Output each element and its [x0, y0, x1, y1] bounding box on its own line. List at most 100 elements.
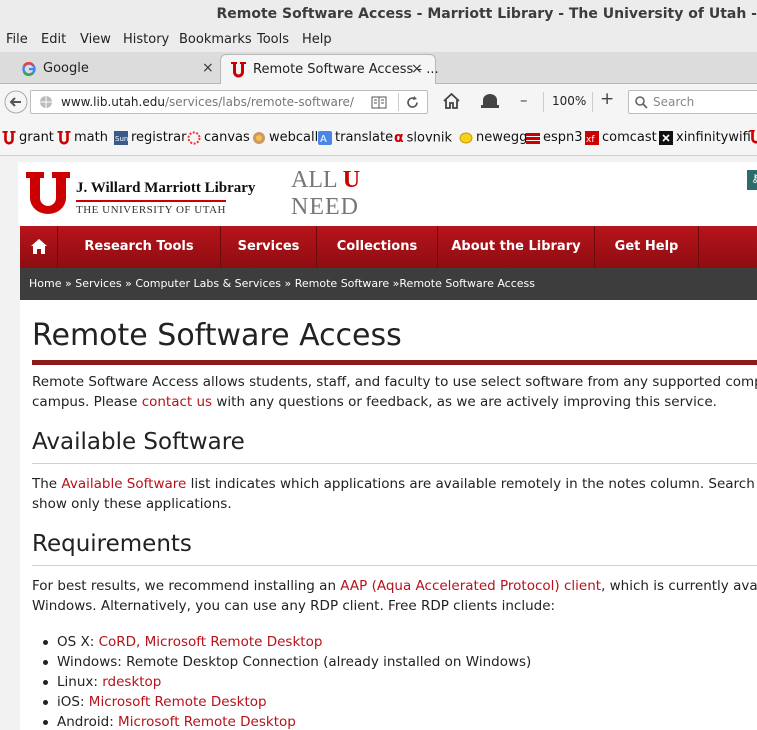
nav-about-library[interactable]: About the Library [438, 226, 595, 268]
main-navigation: Research Tools Services Collections Abou… [20, 226, 757, 268]
bookmark-math[interactable]: math [57, 130, 108, 145]
tab-remote-software[interactable]: Remote Software Access - ... × [220, 54, 439, 85]
bookmark-translate[interactable]: Atranslate [318, 130, 393, 145]
bookmark-label: math [74, 130, 108, 145]
search-icon [635, 96, 648, 109]
aap-client-link[interactable]: AAP (Aqua Accelerated Protocol) client [340, 578, 601, 594]
key-icon: ⚷ [751, 172, 757, 185]
intro-text: with any questions or feedback, as we ar… [212, 394, 717, 410]
bookmark-registrar[interactable]: Sun registrar [114, 130, 186, 145]
menu-bar: File Edit View History Bookmarks Tools H… [0, 30, 757, 52]
menu-edit[interactable]: Edit [41, 32, 66, 47]
list-item: OS X: CoRD, Microsoft Remote Desktop [32, 632, 531, 652]
requirements-text: , which is currently available fo [601, 578, 757, 594]
svg-text:Sun: Sun [115, 135, 128, 143]
bookmark-comcast[interactable]: xf comcast [585, 130, 657, 145]
requirements-line-2: Windows. Alternatively, you can use any … [32, 598, 556, 614]
nav-services[interactable]: Services [221, 226, 317, 268]
back-arrow-icon[interactable] [4, 90, 28, 114]
bookmark-slovnik[interactable]: α slovnik [394, 130, 452, 146]
heading-rule [32, 565, 757, 566]
url-bar[interactable]: www.lib.utah.edu/services/labs/remote-so… [30, 90, 428, 114]
library-name[interactable]: J. Willard Marriott Library [76, 180, 255, 197]
menu-help[interactable]: Help [302, 32, 332, 47]
close-icon[interactable]: × [202, 60, 214, 76]
platform-label: Windows: Remote Desktop Connection (alre… [57, 654, 532, 670]
bookmark-label: canvas [204, 130, 250, 145]
intro-text: campus. Please [32, 394, 142, 410]
menu-tools[interactable]: Tools [257, 32, 289, 47]
divider [543, 92, 544, 112]
all-u-need-logo[interactable]: ALL U [291, 168, 360, 192]
alpha-icon: α [394, 130, 404, 146]
all-u-need-logo-need: NEED [291, 194, 359, 220]
utah-u-icon [231, 62, 246, 78]
menu-bookmarks[interactable]: Bookmarks [179, 32, 252, 47]
pocket-icon[interactable] [481, 94, 499, 108]
reader-view-icon[interactable] [371, 96, 387, 109]
home-icon[interactable] [443, 93, 460, 109]
linux-client-link[interactable]: rdesktop [102, 674, 161, 690]
android-client-link[interactable]: Microsoft Remote Desktop [118, 714, 296, 730]
available-line-2: show only these applications. [32, 496, 232, 512]
heading-rule [32, 463, 757, 464]
osx-client-link[interactable]: CoRD, Microsoft Remote Desktop [99, 634, 323, 650]
quick-link-button[interactable]: ⚷ O [747, 170, 757, 190]
bookmark-label: grant [19, 130, 54, 145]
tab-google[interactable]: Google × [0, 54, 220, 84]
title-rule [32, 360, 757, 365]
nav-home[interactable] [20, 226, 58, 268]
globe-icon[interactable] [39, 95, 53, 109]
university-name: THE UNIVERSITY OF UTAH [76, 200, 226, 216]
utah-u-icon [2, 130, 16, 145]
zoom-in-button[interactable]: + [600, 89, 614, 109]
nav-research-tools[interactable]: Research Tools [58, 226, 221, 268]
search-box[interactable]: Search [628, 90, 757, 114]
tab-google-label: Google [43, 61, 89, 76]
rdp-client-list: OS X: CoRD, Microsoft Remote Desktop Win… [32, 632, 531, 730]
available-software-link[interactable]: Available Software [61, 476, 186, 492]
nav-get-help[interactable]: Get Help [595, 226, 699, 268]
bookmark-grant[interactable]: grant [2, 130, 54, 145]
bookmark-espn3[interactable]: espn3 [526, 130, 583, 145]
heading-available-software: Available Software [32, 429, 245, 455]
menu-history[interactable]: History [123, 32, 169, 47]
intro-line-2: campus. Please contact us with any quest… [32, 392, 717, 412]
breadcrumb[interactable]: Home » Services » Computer Labs & Servic… [20, 268, 757, 300]
webcall-icon [253, 131, 265, 144]
bookmark-xinfinitywifi[interactable]: xinfinitywifi [659, 130, 751, 145]
translate-icon: A [318, 130, 332, 145]
reload-icon[interactable] [406, 96, 419, 109]
url-text[interactable]: www.lib.utah.edu/services/labs/remote-so… [61, 95, 354, 109]
zoom-out-button[interactable]: – [520, 91, 528, 109]
zoom-level[interactable]: 100% [552, 94, 586, 108]
requirements-line-1: For best results, we recommend installin… [32, 576, 757, 596]
main-content: Remote Software Access Remote Software A… [20, 300, 757, 730]
home-icon [30, 239, 47, 254]
url-path: /services/labs/remote-software/ [164, 95, 354, 109]
ios-client-link[interactable]: Microsoft Remote Desktop [89, 694, 267, 710]
available-line-1: The Available Software list indicates wh… [32, 474, 757, 494]
platform-label: iOS: [57, 694, 89, 710]
menu-view[interactable]: View [80, 32, 111, 47]
nav-collections[interactable]: Collections [317, 226, 438, 268]
intro-line-1: Remote Software Access allows students, … [32, 374, 757, 390]
bookmark-webcall[interactable]: webcall [252, 130, 318, 145]
available-text: The [32, 476, 62, 492]
contact-us-link[interactable]: contact us [142, 394, 212, 410]
bookmark-canvas[interactable]: canvas [187, 130, 250, 145]
navigation-toolbar: www.lib.utah.edu/services/labs/remote-so… [0, 84, 757, 120]
window-titlebar: Remote Software Access - Marriott Librar… [0, 0, 757, 30]
menu-file[interactable]: File [6, 32, 28, 47]
divider [398, 93, 399, 111]
close-icon[interactable]: × [411, 61, 423, 77]
list-item: iOS: Microsoft Remote Desktop [32, 692, 531, 712]
url-host: www.lib.utah.edu [61, 95, 165, 109]
tab-bar: Google × Remote Software Access - ... × [0, 52, 757, 85]
platform-label: Android: [57, 714, 119, 730]
newegg-icon [459, 132, 473, 143]
bookmark-label: newegg [476, 130, 528, 145]
utah-u-icon[interactable] [749, 130, 757, 144]
bookmark-newegg[interactable]: newegg [459, 130, 527, 145]
university-u-logo[interactable] [26, 172, 70, 216]
